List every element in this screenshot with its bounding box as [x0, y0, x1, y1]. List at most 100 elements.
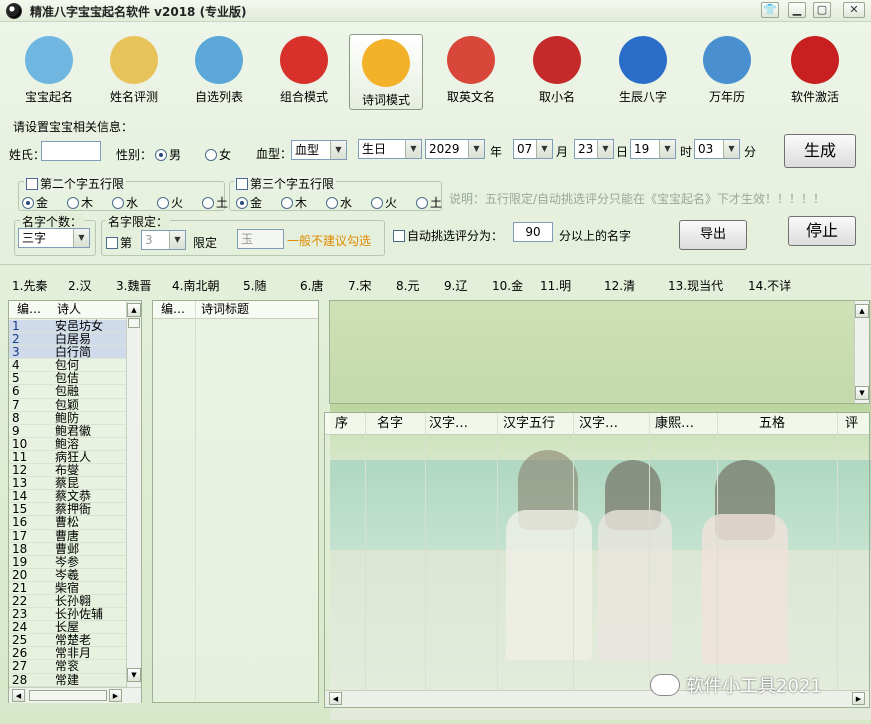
limit-char-input[interactable]: 玉: [237, 229, 284, 249]
gender-male-radio[interactable]: 男: [155, 146, 181, 163]
scroll-up-icon[interactable]: ▲: [855, 304, 869, 318]
limit-position-select[interactable]: 3 ▼: [141, 230, 186, 250]
toolbar-calendar-365-button[interactable]: 万年历: [690, 32, 764, 108]
poem-content-box[interactable]: ▲ ▼: [329, 300, 870, 404]
toolbar-yin-yang-button[interactable]: 生辰八字: [606, 32, 680, 108]
content-scrollbar[interactable]: ▲ ▼: [854, 301, 869, 403]
scroll-right-icon[interactable]: ▶: [109, 689, 122, 702]
dynasty-tab[interactable]: 8.元: [396, 277, 419, 294]
toolbar-label: 取小名: [538, 90, 575, 104]
year-select[interactable]: 2029 ▼: [425, 139, 485, 159]
export-button[interactable]: 导出: [679, 220, 747, 250]
auto-score-input[interactable]: 90: [513, 222, 553, 242]
surname-label: 姓氏：: [9, 148, 46, 162]
dynasty-tab[interactable]: 5.随: [243, 277, 266, 294]
table-row[interactable]: 7 包颖: [9, 398, 126, 412]
third-wuxing-radio-3[interactable]: 火: [371, 194, 397, 211]
gender-female-radio[interactable]: 女: [205, 146, 231, 163]
third-wuxing-checkbox[interactable]: 第三个字五行限: [234, 175, 337, 192]
table-row[interactable]: 18 曹邺: [9, 542, 126, 556]
second-wuxing-radio-3[interactable]: 火: [157, 194, 183, 211]
toolbar-label: 诗词模式: [361, 93, 410, 107]
minute-value: 03: [698, 142, 714, 156]
limit-position-checkbox[interactable]: 第: [106, 234, 132, 251]
second-wuxing-checkbox[interactable]: 第二个字五行限: [24, 175, 127, 192]
surname-input[interactable]: [41, 141, 101, 161]
dynasty-tab[interactable]: 2.汉: [68, 277, 91, 294]
radio-icon: [205, 149, 217, 161]
table-row[interactable]: 16 曹松: [9, 516, 126, 530]
month-select[interactable]: 07 ▼: [513, 139, 553, 159]
table-row[interactable]: 9 鲍君徽: [9, 424, 126, 438]
toolbar-open-book-button[interactable]: 诗词模式: [349, 34, 423, 110]
toolbar-lantern-button[interactable]: 组合模式: [267, 32, 341, 108]
toolbar-score-100-button[interactable]: 姓名评测: [97, 32, 171, 108]
column-header-char: 汉字…: [429, 416, 469, 431]
third-wuxing-radio-4[interactable]: 土: [416, 194, 442, 211]
table-row[interactable]: 20 岑羲: [9, 568, 126, 582]
table-row[interactable]: 21 柴宿: [9, 581, 126, 595]
dynasty-tab[interactable]: 6.唐: [300, 277, 323, 294]
table-row[interactable]: 8 鲍防: [9, 411, 126, 425]
generate-button[interactable]: 生成: [784, 134, 856, 168]
toolbar-monkey-face-button[interactable]: 取小名: [520, 32, 594, 108]
year-value: 2029: [429, 142, 460, 156]
scroll-down-icon[interactable]: ▼: [127, 668, 141, 682]
maximize-button[interactable]: ▢: [813, 2, 831, 18]
table-row[interactable]: 10 鲍溶: [9, 437, 126, 451]
radio-icon: [112, 197, 124, 209]
third-wuxing-radio-1[interactable]: 木: [281, 194, 307, 211]
hour-select[interactable]: 19 ▼: [630, 139, 676, 159]
auto-score-checkbox[interactable]: 自动挑选评分为：: [393, 227, 503, 244]
dynasty-tab[interactable]: 3.魏晋: [116, 277, 151, 294]
third-wuxing-radio-2[interactable]: 水: [326, 194, 352, 211]
scroll-up-icon[interactable]: ▲: [127, 303, 141, 317]
third-wuxing-radio-0[interactable]: 金: [236, 194, 262, 211]
stop-button[interactable]: 停止: [788, 216, 856, 246]
table-row[interactable]: 17 曹唐: [9, 529, 126, 543]
birth-select[interactable]: 生日 ▼: [358, 139, 422, 159]
blood-type-select[interactable]: 血型 ▼: [291, 140, 347, 160]
skin-icon[interactable]: 👕: [761, 2, 779, 18]
dynasty-tab[interactable]: 10.金: [492, 277, 523, 294]
second-wuxing-radio-1[interactable]: 木: [67, 194, 93, 211]
toolbar-lock-button[interactable]: 软件激活: [778, 32, 852, 108]
table-row[interactable]: 6 包融: [9, 385, 126, 399]
dynasty-tab[interactable]: 12.清: [604, 277, 635, 294]
minimize-button[interactable]: ▁: [788, 2, 806, 18]
table-row[interactable]: 27 常衮: [9, 660, 126, 674]
scroll-left-icon[interactable]: ◀: [12, 689, 25, 702]
second-wuxing-radio-4[interactable]: 土: [202, 194, 228, 211]
dynasty-tab[interactable]: 7.宋: [348, 277, 371, 294]
row-number: 2: [12, 332, 20, 347]
scroll-down-icon[interactable]: ▼: [855, 386, 869, 400]
scroll-left-icon[interactable]: ◀: [329, 692, 342, 705]
dynasty-tab[interactable]: 13.现当代: [668, 277, 723, 294]
poets-hscrollbar[interactable]: ◀ ▶: [9, 687, 141, 703]
table-row[interactable]: 19 岑参: [9, 555, 126, 569]
name-count-select[interactable]: 三字 ▼: [18, 228, 90, 248]
second-wuxing-radio-0[interactable]: 金: [22, 194, 48, 211]
second-wuxing-label: 火: [171, 196, 184, 210]
dynasty-tab[interactable]: 9.辽: [444, 277, 467, 294]
table-row[interactable]: 28 常建: [9, 673, 126, 687]
birth-value: 生日: [362, 142, 387, 156]
scroll-right-icon[interactable]: ▶: [852, 692, 865, 705]
dynasty-tab[interactable]: 14.不详: [748, 277, 791, 294]
dynasty-tab[interactable]: 1.先秦: [12, 277, 47, 294]
scroll-thumb[interactable]: [128, 318, 140, 328]
dynasty-tab[interactable]: 4.南北朝: [172, 277, 219, 294]
second-wuxing-radio-2[interactable]: 水: [112, 194, 138, 211]
close-button[interactable]: ✕: [843, 2, 865, 18]
day-select[interactable]: 23 ▼: [574, 139, 614, 159]
dynasty-tab[interactable]: 11.明: [540, 277, 571, 294]
toolbar-bird-book-button[interactable]: 自选列表: [182, 32, 256, 108]
hscroll-thumb[interactable]: [29, 690, 107, 701]
poets-scrollbar[interactable]: ▲ ▼: [126, 301, 141, 687]
toolbar-baby-face-button[interactable]: 宝宝起名: [12, 32, 86, 108]
column-header-char-2: 汉字…: [579, 416, 619, 431]
toolbar-phoenix-button[interactable]: 取英文名: [434, 32, 508, 108]
second-wuxing-label: 木: [81, 196, 94, 210]
auto-score-label: 自动挑选评分为：: [407, 229, 504, 243]
minute-select[interactable]: 03 ▼: [694, 139, 740, 159]
